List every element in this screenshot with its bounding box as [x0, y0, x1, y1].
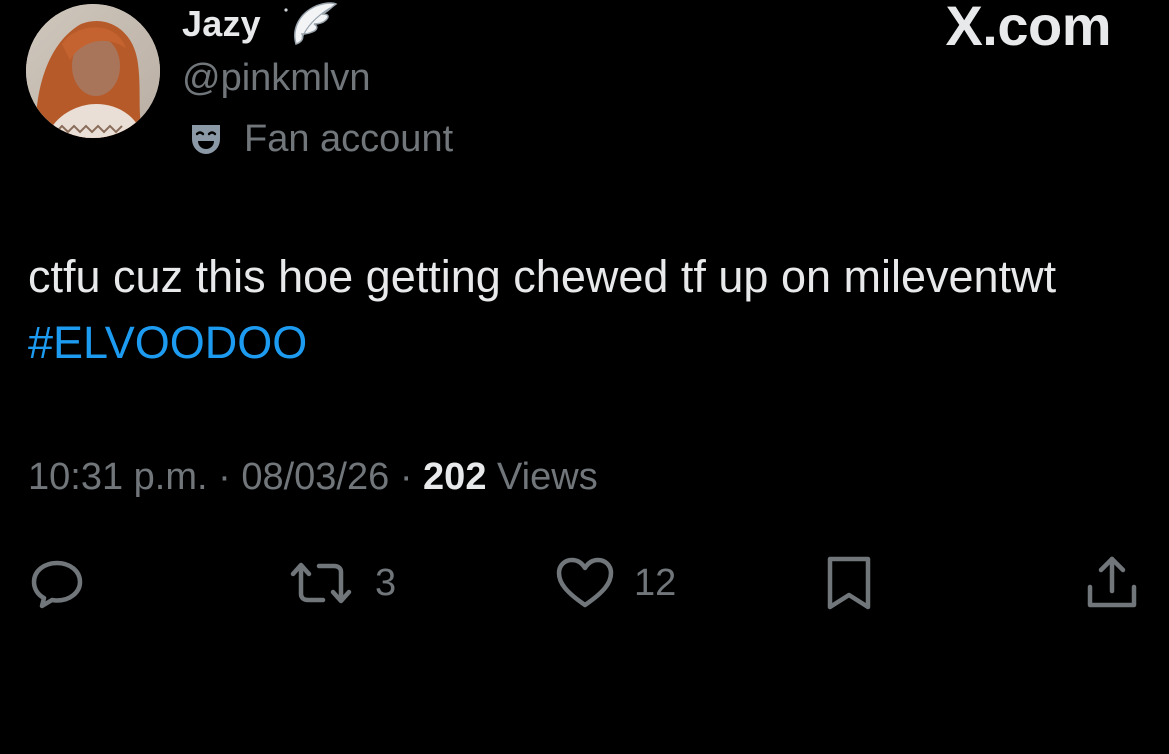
- like-button[interactable]: 12: [554, 548, 676, 618]
- heart-icon: [554, 554, 616, 612]
- avatar[interactable]: [26, 4, 160, 138]
- retweet-count: 3: [375, 561, 397, 604]
- bookmark-icon: [822, 553, 876, 613]
- display-name[interactable]: Jazy: [182, 2, 261, 46]
- hashtag-link[interactable]: #ELVOODOO: [28, 317, 307, 368]
- tweet-date[interactable]: 08/03/26: [241, 456, 389, 498]
- wing-icon: [282, 0, 338, 48]
- brand-watermark: X.com: [945, 0, 1111, 57]
- tweet-body: ctfu cuz this hoe getting chewed tf up o…: [28, 251, 1057, 302]
- views-label: Views: [497, 456, 598, 498]
- tweet-time[interactable]: 10:31 p.m.: [28, 456, 208, 498]
- bookmark-button[interactable]: [822, 548, 876, 618]
- retweet-button[interactable]: 3: [285, 548, 396, 618]
- meta-separator: ·: [218, 456, 231, 498]
- theater-mask-icon: [188, 121, 224, 157]
- reply-button[interactable]: [28, 548, 86, 618]
- speech-bubble-icon: [28, 554, 86, 612]
- views-count: 202: [423, 456, 487, 498]
- share-upload-icon: [1084, 553, 1140, 613]
- account-label: Fan account: [188, 116, 453, 162]
- user-handle[interactable]: @pinkmlvn: [182, 55, 371, 101]
- meta-separator: ·: [399, 456, 413, 498]
- account-label-text: Fan account: [244, 118, 454, 160]
- retweet-arrows-icon: [285, 554, 357, 612]
- like-count: 12: [634, 561, 677, 604]
- tweet-text: ctfu cuz this hoe getting chewed tf up o…: [28, 244, 1128, 376]
- share-button[interactable]: [1084, 548, 1140, 618]
- action-bar: 3 12: [0, 548, 1169, 618]
- tweet-meta: 10:31 p.m. · 08/03/26 · 202 Views: [28, 452, 598, 502]
